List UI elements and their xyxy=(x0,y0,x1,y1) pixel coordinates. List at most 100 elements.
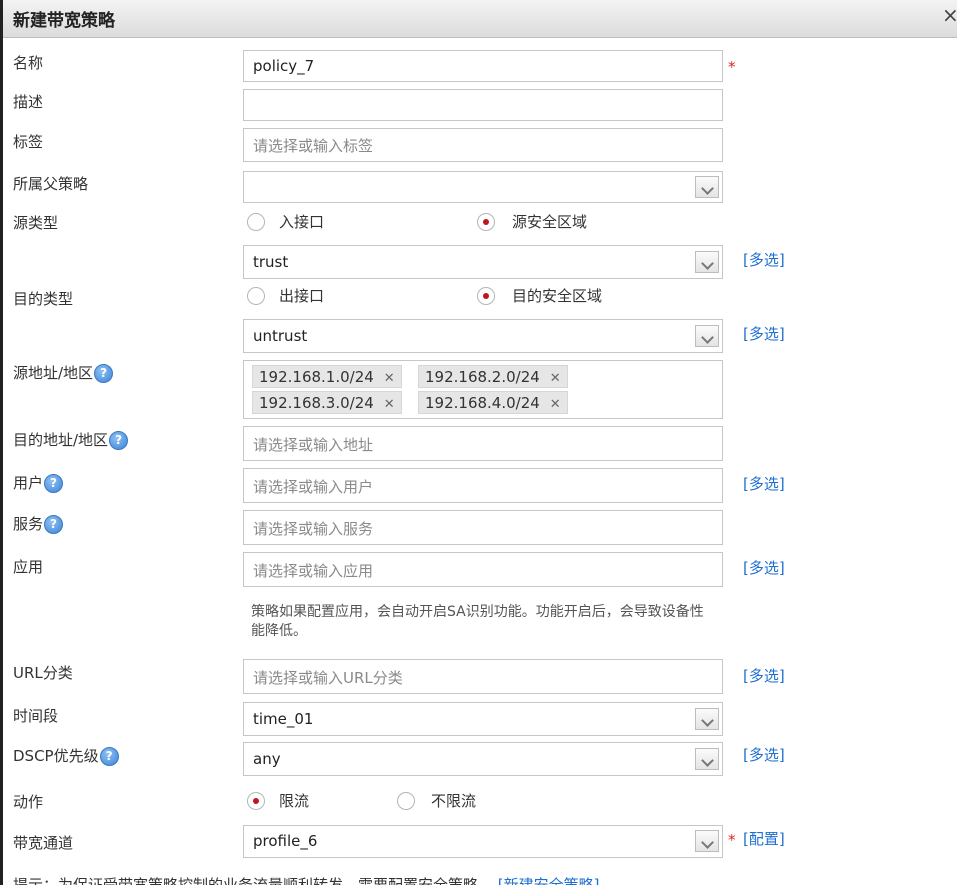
tag-input[interactable]: 请选择或输入标签 xyxy=(243,128,723,162)
config-link[interactable]: [配置] xyxy=(743,828,785,849)
src-addr-tag-input[interactable]: 192.168.1.0/24 ✕ 192.168.2.0/24 ✕ 192.168.… xyxy=(243,360,723,419)
src-addr-tag: 192.168.1.0/24 ✕ xyxy=(252,365,402,388)
service-label: 服务? xyxy=(13,513,64,534)
service-input[interactable]: 请选择或输入服务 xyxy=(243,510,723,545)
src-interface-label: 入接口 xyxy=(279,213,325,231)
dst-interface-radio[interactable] xyxy=(247,287,265,305)
src-zone-select[interactable]: trust xyxy=(243,245,723,279)
src-zone-multiselect-link[interactable]: [多选] xyxy=(743,249,785,270)
user-input[interactable]: 请选择或输入用户 xyxy=(243,468,723,503)
src-addr-tag: 192.168.3.0/24 ✕ xyxy=(252,391,402,414)
src-addr-tag-text: 192.168.4.0/24 xyxy=(425,394,540,412)
help-icon[interactable]: ? xyxy=(44,515,64,534)
dst-zone-label: 目的安全区域 xyxy=(512,287,603,305)
time-select[interactable]: time_01 xyxy=(243,702,723,736)
footer-hint-text: 提示：为保证受带宽策略控制的业务流量顺利转发，需要配置安全策略。 xyxy=(13,876,494,885)
new-bandwidth-policy-dialog: 新建带宽策略 × 名称 policy_7 * 描述 标签 请选择或输入标签 所属… xyxy=(0,0,957,885)
user-placeholder: 请选择或输入用户 xyxy=(253,478,374,496)
required-mark: * xyxy=(728,831,736,849)
dscp-select[interactable]: any xyxy=(243,742,723,776)
tag-label: 标签 xyxy=(13,133,44,151)
src-zone-radio[interactable] xyxy=(477,213,495,231)
service-label-text: 服务 xyxy=(13,515,44,533)
src-addr-tag-text: 192.168.1.0/24 xyxy=(259,368,374,386)
dst-zone-radio[interactable] xyxy=(477,287,495,305)
app-input[interactable]: 请选择或输入应用 xyxy=(243,552,723,587)
url-category-placeholder: 请选择或输入URL分类 xyxy=(253,669,403,687)
tag-placeholder: 请选择或输入标签 xyxy=(253,137,374,155)
bandwidth-channel-value: profile_6 xyxy=(253,832,318,850)
limit-label: 限流 xyxy=(279,792,310,810)
dst-addr-label-text: 目的地址/地区 xyxy=(13,431,109,449)
nolimit-radio[interactable] xyxy=(397,792,415,810)
parent-policy-select[interactable] xyxy=(243,171,723,203)
desc-label: 描述 xyxy=(13,93,44,111)
remove-tag-icon[interactable]: ✕ xyxy=(550,371,561,386)
remove-tag-icon[interactable]: ✕ xyxy=(384,371,395,386)
dscp-label: DSCP优先级? xyxy=(13,745,119,766)
src-addr-label: 源地址/地区? xyxy=(13,362,114,383)
name-label: 名称 xyxy=(13,54,44,72)
user-label: 用户? xyxy=(13,472,64,493)
help-icon[interactable]: ? xyxy=(94,364,114,383)
chevron-down-icon[interactable] xyxy=(695,251,719,273)
app-multiselect-link[interactable]: [多选] xyxy=(743,557,785,578)
required-mark: * xyxy=(728,58,736,76)
chevron-down-icon[interactable] xyxy=(695,325,719,347)
chevron-down-icon[interactable] xyxy=(695,176,719,198)
close-icon[interactable]: × xyxy=(942,4,957,26)
limit-radio[interactable] xyxy=(247,792,265,810)
src-zone-label: 源安全区域 xyxy=(512,213,588,231)
footer-hint: 提示：为保证受带宽策略控制的业务流量顺利转发，需要配置安全策略。 [新建安全策略… xyxy=(13,874,600,885)
dst-type-label: 目的类型 xyxy=(13,290,74,308)
help-icon[interactable]: ? xyxy=(44,474,64,493)
src-addr-tag: 192.168.2.0/24 ✕ xyxy=(418,365,568,388)
dscp-value: any xyxy=(253,750,281,768)
dialog-titlebar: 新建带宽策略 × xyxy=(3,0,957,38)
remove-tag-icon[interactable]: ✕ xyxy=(384,397,395,412)
service-placeholder: 请选择或输入服务 xyxy=(253,520,374,538)
dst-zone-multiselect-link[interactable]: [多选] xyxy=(743,323,785,344)
src-interface-radio[interactable] xyxy=(247,213,265,231)
name-value: policy_7 xyxy=(253,57,315,75)
chevron-down-icon[interactable] xyxy=(695,708,719,730)
chevron-down-icon[interactable] xyxy=(695,830,719,852)
name-input[interactable]: policy_7 xyxy=(243,50,723,82)
parent-policy-label: 所属父策略 xyxy=(13,175,89,193)
src-zone-value: trust xyxy=(253,253,289,271)
dst-zone-value: untrust xyxy=(253,327,308,345)
desc-input[interactable] xyxy=(243,89,723,121)
bandwidth-channel-select[interactable]: profile_6 xyxy=(243,825,723,858)
help-icon[interactable]: ? xyxy=(109,431,129,450)
app-label: 应用 xyxy=(13,558,44,576)
src-addr-tag-text: 192.168.2.0/24 xyxy=(425,368,540,386)
app-note: 策略如果配置应用，会自动开启SA识别功能。功能开启后，会导致设备性能降低。 xyxy=(251,604,704,639)
url-multiselect-link[interactable]: [多选] xyxy=(743,665,785,686)
dst-addr-label: 目的地址/地区? xyxy=(13,429,129,450)
src-type-label: 源类型 xyxy=(13,214,59,232)
time-label: 时间段 xyxy=(13,707,59,725)
dscp-multiselect-link[interactable]: [多选] xyxy=(743,744,785,765)
src-addr-label-text: 源地址/地区 xyxy=(13,364,94,382)
url-category-input[interactable]: 请选择或输入URL分类 xyxy=(243,659,723,694)
help-icon[interactable]: ? xyxy=(99,747,119,766)
user-multiselect-link[interactable]: [多选] xyxy=(743,473,785,494)
chevron-down-icon[interactable] xyxy=(695,748,719,770)
src-addr-tag-text: 192.168.3.0/24 xyxy=(259,394,374,412)
dst-addr-placeholder: 请选择或输入地址 xyxy=(253,436,374,454)
url-category-label: URL分类 xyxy=(13,664,73,682)
new-security-policy-link[interactable]: [新建安全策略] xyxy=(498,876,600,885)
dst-interface-label: 出接口 xyxy=(279,287,325,305)
bandwidth-channel-label: 带宽通道 xyxy=(13,834,74,852)
dst-addr-input[interactable]: 请选择或输入地址 xyxy=(243,426,723,461)
dscp-label-text: DSCP优先级 xyxy=(13,747,99,765)
dst-zone-select[interactable]: untrust xyxy=(243,319,723,353)
app-placeholder: 请选择或输入应用 xyxy=(253,562,374,580)
dialog-title: 新建带宽策略 xyxy=(13,11,115,31)
nolimit-label: 不限流 xyxy=(431,792,477,810)
remove-tag-icon[interactable]: ✕ xyxy=(550,397,561,412)
action-label: 动作 xyxy=(13,793,44,811)
src-addr-tag: 192.168.4.0/24 ✕ xyxy=(418,391,568,414)
user-label-text: 用户 xyxy=(13,474,44,492)
time-value: time_01 xyxy=(253,710,314,728)
